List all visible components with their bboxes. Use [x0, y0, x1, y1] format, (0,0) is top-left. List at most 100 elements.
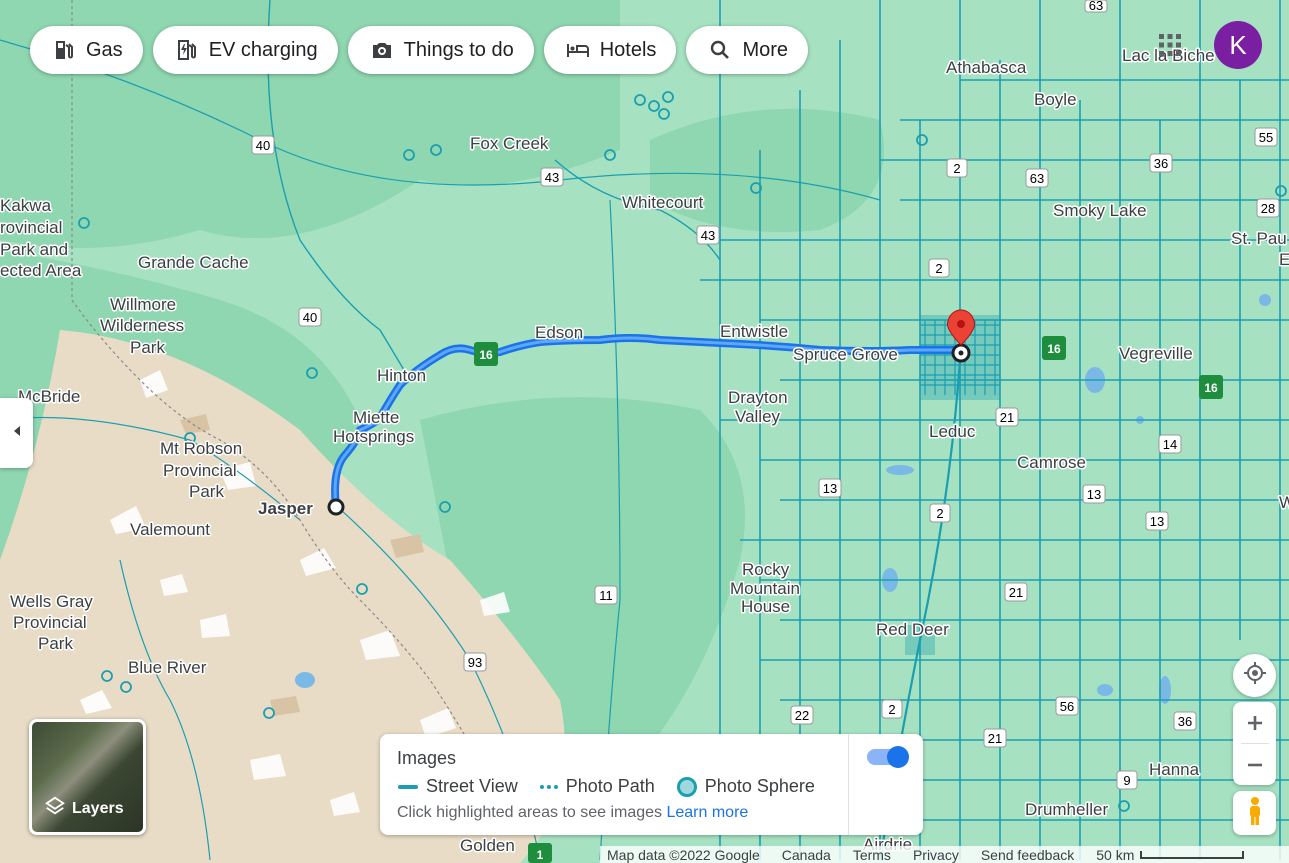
svg-text:Grande Cache: Grande Cache: [138, 253, 249, 272]
search-icon: [708, 38, 732, 62]
svg-text:W: W: [1279, 493, 1289, 512]
svg-text:13: 13: [1087, 487, 1101, 502]
svg-text:Park: Park: [130, 338, 165, 357]
photo-sphere-legend: Photo Sphere: [676, 776, 815, 797]
photo-path-legend: Photo Path: [539, 776, 655, 797]
bed-icon: [566, 38, 590, 62]
svg-text:63: 63: [1030, 171, 1044, 186]
svg-text:93: 93: [468, 655, 482, 670]
terms-link[interactable]: Terms: [853, 847, 891, 863]
learn-more-link[interactable]: Learn more: [666, 804, 748, 821]
layers-button-content: Layers: [44, 795, 124, 822]
svg-text:Spruce Grove: Spruce Grove: [793, 345, 898, 364]
svg-text:Hanna: Hanna: [1149, 760, 1200, 779]
svg-text:2: 2: [953, 161, 960, 176]
svg-text:40: 40: [256, 138, 270, 153]
svg-text:Park and: Park and: [0, 240, 68, 259]
svg-text:2: 2: [936, 506, 943, 521]
svg-text:56: 56: [1060, 699, 1074, 714]
gas-chip[interactable]: Gas: [30, 26, 143, 74]
svg-text:Jasper: Jasper: [258, 499, 313, 518]
svg-text:Mountain: Mountain: [730, 579, 800, 598]
svg-text:43: 43: [701, 228, 715, 243]
chevron-left-icon: [11, 424, 23, 443]
svg-text:55: 55: [1259, 130, 1273, 145]
svg-text:ected Area: ected Area: [0, 261, 82, 280]
svg-text:13: 13: [1150, 514, 1164, 529]
svg-text:1: 1: [537, 848, 544, 862]
svg-text:Rocky: Rocky: [742, 560, 790, 579]
svg-text:Park: Park: [38, 634, 73, 653]
zoom-out-button[interactable]: [1233, 744, 1276, 785]
photo-path-dotted-icon: [539, 784, 558, 789]
camera-icon: [370, 38, 394, 62]
photo-path-label: Photo Path: [565, 776, 655, 796]
apps-grid-icon[interactable]: [1158, 33, 1182, 57]
svg-text:Hotsprings: Hotsprings: [333, 427, 414, 446]
images-hint-text: Click highlighted areas to see images: [397, 804, 663, 821]
svg-text:St. Pau: St. Pau: [1231, 229, 1287, 248]
svg-text:11: 11: [599, 588, 613, 603]
collapse-side-panel-button[interactable]: [0, 398, 33, 468]
svg-text:9: 9: [1123, 773, 1130, 788]
scale-bar[interactable]: 50 km: [1096, 846, 1245, 863]
images-panel-title: Images: [397, 748, 457, 768]
images-legend: Street View Photo Path Photo Sphere: [398, 776, 837, 797]
images-hint: Click highlighted areas to see images Le…: [397, 804, 748, 822]
ev-charging-icon: [175, 38, 199, 62]
svg-text:16: 16: [1204, 381, 1218, 395]
svg-text:Mt Robson: Mt Robson: [160, 439, 242, 458]
more-chip[interactable]: More: [686, 26, 809, 74]
svg-text:43: 43: [545, 170, 559, 185]
account-avatar[interactable]: K: [1214, 21, 1262, 69]
minus-icon: [1247, 763, 1262, 766]
photo-sphere-icon: [676, 776, 697, 797]
route-start-marker[interactable]: [327, 498, 345, 516]
hotels-chip[interactable]: Hotels: [543, 26, 677, 74]
images-layer-panel: Images Street View Photo Path Photo Sphe…: [380, 734, 923, 835]
svg-text:Vegreville: Vegreville: [1119, 344, 1193, 363]
send-feedback-link[interactable]: Send feedback: [981, 847, 1074, 863]
photo-sphere-label: Photo Sphere: [704, 776, 815, 796]
scale-label: 50 km: [1096, 846, 1135, 863]
zoom-in-button[interactable]: [1233, 702, 1276, 743]
street-view-pegman-button[interactable]: [1233, 791, 1276, 835]
svg-text:36: 36: [1154, 156, 1168, 171]
svg-text:14: 14: [1163, 437, 1177, 452]
layers-label: Layers: [72, 799, 124, 817]
svg-text:Boyle: Boyle: [1034, 90, 1077, 109]
svg-text:Drayton: Drayton: [728, 388, 788, 407]
panel-divider: [848, 734, 849, 835]
images-layer-toggle[interactable]: [867, 746, 909, 768]
things-to-do-chip[interactable]: Things to do: [347, 26, 534, 74]
svg-text:40: 40: [303, 310, 317, 325]
map-data-attribution: Map data ©2022 Google: [607, 846, 760, 863]
things-to-do-chip-label: Things to do: [403, 38, 514, 61]
svg-text:21: 21: [988, 731, 1002, 746]
pegman-icon: [1245, 796, 1265, 831]
ev-charging-chip[interactable]: EV charging: [152, 26, 338, 74]
country-link[interactable]: Canada: [782, 847, 831, 863]
svg-text:Leduc: Leduc: [929, 422, 976, 441]
my-location-button[interactable]: [1233, 654, 1276, 697]
gas-chip-label: Gas: [86, 38, 123, 61]
svg-text:Provincial: Provincial: [163, 461, 237, 480]
svg-text:Provincial: Provincial: [13, 613, 87, 632]
svg-text:Smoky Lake: Smoky Lake: [1053, 201, 1147, 220]
svg-text:Miette: Miette: [353, 408, 399, 427]
svg-text:Athabasca: Athabasca: [946, 58, 1027, 77]
svg-text:2: 2: [935, 261, 942, 276]
layers-button[interactable]: Layers: [29, 719, 146, 835]
svg-text:Valemount: Valemount: [130, 520, 210, 539]
svg-text:Whitecourt: Whitecourt: [622, 193, 704, 212]
svg-text:Hinton: Hinton: [377, 366, 426, 385]
privacy-link[interactable]: Privacy: [913, 847, 959, 863]
hotels-chip-label: Hotels: [599, 38, 657, 61]
svg-text:Fox Creek: Fox Creek: [470, 134, 549, 153]
svg-text:Valley: Valley: [735, 407, 781, 426]
svg-text:Blue River: Blue River: [128, 658, 207, 677]
svg-text:16: 16: [479, 348, 493, 362]
svg-text:rovincial: rovincial: [0, 218, 62, 237]
svg-text:E: E: [1279, 250, 1289, 269]
svg-text:28: 28: [1261, 201, 1275, 216]
